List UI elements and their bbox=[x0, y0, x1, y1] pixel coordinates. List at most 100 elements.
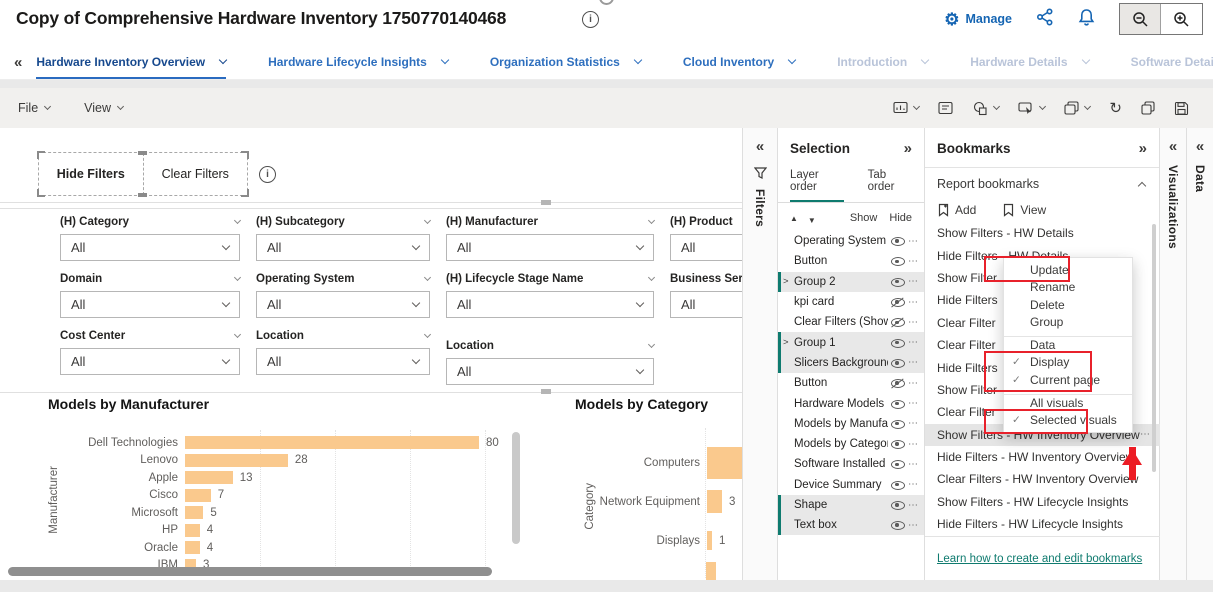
more-options-icon[interactable]: ⋯ bbox=[908, 378, 918, 389]
chevron-down-icon[interactable] bbox=[441, 56, 449, 64]
visibility-eye-icon[interactable] bbox=[891, 236, 905, 246]
page-tab[interactable]: Hardware Lifecycle Insights bbox=[268, 46, 448, 79]
visibility-eye-icon[interactable] bbox=[891, 439, 905, 449]
bar[interactable] bbox=[185, 506, 203, 519]
info-icon[interactable]: i bbox=[259, 166, 276, 183]
selection-handle[interactable] bbox=[138, 193, 147, 197]
filters-pane-collapsed[interactable]: « Filters bbox=[742, 128, 778, 580]
expand-group-icon[interactable]: > bbox=[783, 276, 792, 287]
slicer-dropdown[interactable]: All bbox=[60, 234, 240, 261]
text-box-button[interactable] bbox=[938, 101, 953, 115]
visualizations-pane-collapsed[interactable]: « Visualizations bbox=[1160, 128, 1187, 580]
insert-visual-button[interactable] bbox=[893, 101, 919, 115]
more-options-icon[interactable]: ⋯ bbox=[908, 337, 918, 348]
report-canvas[interactable]: Hide Filters Clear Filters i (H) Categor… bbox=[0, 128, 742, 580]
slicer-dropdown[interactable]: All bbox=[446, 358, 654, 385]
more-options-icon[interactable]: ⋯ bbox=[908, 459, 918, 470]
bar[interactable] bbox=[185, 541, 200, 554]
visibility-eye-icon[interactable] bbox=[891, 459, 905, 469]
menu-item[interactable]: View bbox=[84, 101, 123, 115]
slicer-dropdown[interactable]: All bbox=[60, 291, 240, 318]
tabs-scroll-left-icon[interactable]: « bbox=[14, 54, 22, 71]
expand-pane-icon[interactable]: « bbox=[756, 138, 764, 155]
visibility-eye-icon[interactable] bbox=[891, 399, 905, 409]
chevron-down-icon[interactable] bbox=[424, 331, 431, 338]
layer-list-item[interactable]: > Text box ⋯ bbox=[778, 515, 924, 535]
page-tab[interactable]: Organization Statistics bbox=[490, 46, 641, 79]
more-options-icon[interactable]: ⋯ bbox=[908, 520, 918, 531]
more-options-icon[interactable]: ⋯ bbox=[908, 357, 918, 368]
manage-button[interactable]: ⚙ Manage bbox=[944, 11, 1012, 28]
notifications-bell-icon[interactable] bbox=[1078, 8, 1095, 31]
layer-list-item[interactable]: > Slicers Background Te... ⋯ bbox=[778, 353, 924, 373]
slicer-dropdown[interactable]: All bbox=[670, 291, 742, 318]
context-menu-item[interactable]: ✓ Delete bbox=[1004, 296, 1132, 314]
bookmark-item[interactable]: Show Filters - HW Lifecycle Insights ⋯ bbox=[925, 491, 1160, 513]
more-options-icon[interactable]: ⋯ bbox=[908, 439, 918, 450]
bar[interactable] bbox=[707, 531, 712, 550]
layer-list-item[interactable]: > Button ⋯ bbox=[778, 251, 924, 271]
canvas-horizontal-scrollbar[interactable] bbox=[8, 567, 492, 576]
visibility-eye-icon[interactable] bbox=[891, 317, 905, 327]
slicer-dropdown[interactable]: All bbox=[256, 291, 430, 318]
expand-pane-icon[interactable]: « bbox=[1169, 138, 1177, 155]
layer-list-item[interactable]: > Group 2 ⋯ bbox=[778, 272, 924, 292]
visibility-eye-icon[interactable] bbox=[891, 338, 905, 348]
info-icon[interactable]: i bbox=[582, 11, 599, 28]
bar[interactable] bbox=[707, 490, 722, 513]
layer-list-item[interactable]: > Operating System Su... ⋯ bbox=[778, 231, 924, 251]
zoom-out-button[interactable] bbox=[1120, 4, 1161, 34]
visibility-eye-icon[interactable] bbox=[891, 358, 905, 368]
clear-filters-button[interactable]: Clear Filters bbox=[144, 153, 248, 195]
layer-list-item[interactable]: > Software Installed on ... ⋯ bbox=[778, 454, 924, 474]
collapse-pane-icon[interactable]: » bbox=[1139, 140, 1147, 157]
chevron-down-icon[interactable] bbox=[921, 56, 929, 64]
more-options-icon[interactable]: ⋯ bbox=[908, 256, 918, 267]
chevron-down-icon[interactable] bbox=[424, 217, 431, 224]
visibility-eye-icon[interactable] bbox=[891, 378, 905, 388]
visibility-eye-icon[interactable] bbox=[891, 520, 905, 530]
chevron-down-icon[interactable] bbox=[219, 56, 227, 64]
page-tab[interactable]: Cloud Inventory bbox=[683, 46, 795, 79]
slicer-dropdown[interactable]: All bbox=[256, 234, 430, 261]
layer-list-item[interactable]: > Hardware Models De... ⋯ bbox=[778, 393, 924, 413]
layer-list-item[interactable]: > Device Summary ⋯ bbox=[778, 475, 924, 495]
show-all-button[interactable]: Show bbox=[850, 212, 878, 224]
share-icon[interactable] bbox=[1036, 8, 1054, 31]
new-page-button[interactable] bbox=[1064, 101, 1090, 115]
slicer-dropdown[interactable]: All bbox=[670, 234, 742, 261]
zoom-in-button[interactable] bbox=[1161, 4, 1202, 34]
tab-layer-order[interactable]: Layer order bbox=[790, 169, 844, 202]
bar[interactable] bbox=[707, 447, 742, 479]
add-bookmark-button[interactable]: Add bbox=[937, 203, 976, 217]
tab-tab-order[interactable]: Tab order bbox=[868, 169, 912, 202]
layer-list-item[interactable]: > Clear Filters (Show) ⋯ bbox=[778, 312, 924, 332]
visibility-eye-icon[interactable] bbox=[891, 277, 905, 287]
selection-handle[interactable] bbox=[37, 189, 45, 197]
menu-item[interactable]: File bbox=[18, 101, 50, 115]
page-tab[interactable]: Hardware Details bbox=[970, 46, 1088, 79]
layer-list-item[interactable]: > Models by Category ⋯ bbox=[778, 434, 924, 454]
chart-vertical-scrollbar[interactable] bbox=[512, 432, 520, 544]
collapse-pane-icon[interactable]: » bbox=[904, 140, 912, 157]
selection-handle[interactable] bbox=[138, 151, 147, 155]
more-options-icon[interactable]: ⋯ bbox=[908, 479, 918, 490]
more-options-icon[interactable]: ⋯ bbox=[908, 276, 918, 287]
move-layer-down-icon[interactable]: ▼ bbox=[808, 216, 816, 225]
bookmark-item[interactable]: Show Filters - HW Details ⋯ bbox=[925, 222, 1160, 244]
learn-bookmarks-link[interactable]: Learn how to create and edit bookmarks bbox=[937, 553, 1142, 565]
slicer-dropdown[interactable]: All bbox=[60, 348, 240, 375]
chevron-down-icon[interactable] bbox=[1081, 56, 1089, 64]
chevron-down-icon[interactable] bbox=[788, 56, 796, 64]
move-layer-up-icon[interactable]: ▲ bbox=[790, 214, 798, 223]
duplicate-page-button[interactable] bbox=[1141, 101, 1155, 115]
selection-handle[interactable] bbox=[37, 151, 45, 159]
chevron-down-icon[interactable] bbox=[234, 331, 241, 338]
visibility-eye-icon[interactable] bbox=[891, 500, 905, 510]
refresh-button[interactable]: ↻ bbox=[1109, 101, 1122, 116]
chevron-down-icon[interactable] bbox=[634, 56, 642, 64]
slicer-dropdown[interactable]: All bbox=[256, 348, 430, 375]
save-button[interactable] bbox=[1174, 101, 1189, 116]
bar[interactable] bbox=[185, 489, 211, 502]
visibility-eye-icon[interactable] bbox=[891, 419, 905, 429]
